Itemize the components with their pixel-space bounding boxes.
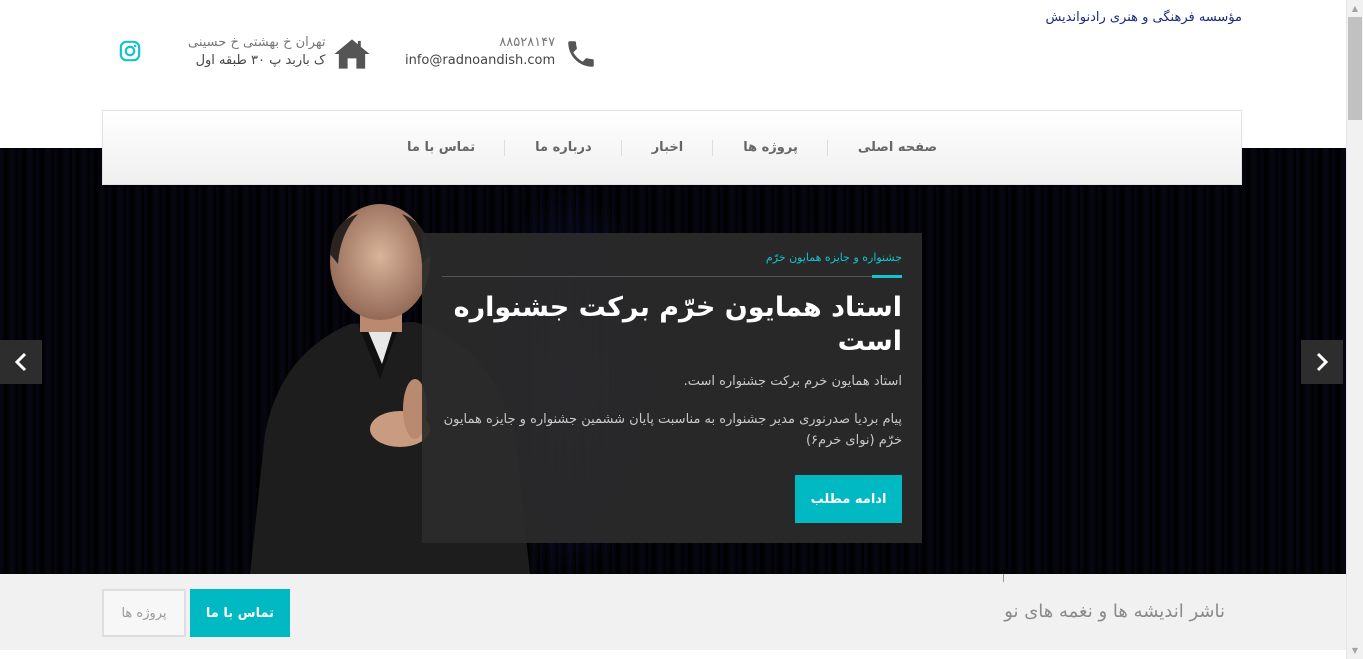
nav-item-news[interactable]: اخبار: [622, 140, 714, 156]
address-line-2: ک باربد پ ۳۰ طبقه اول: [195, 53, 326, 68]
address-contact: تهران خ بهشتی خ حسینی ک باربد پ ۳۰ طبقه …: [188, 34, 372, 74]
slide-description: پیام بردیا صدرنوری مدیر جشنواره به مناسب…: [443, 412, 902, 448]
scrollbar-thumb[interactable]: [1348, 17, 1362, 120]
email-link[interactable]: info@radnoandish.com: [405, 52, 555, 70]
contact-us-button[interactable]: تماس با ما: [190, 589, 290, 637]
page-scrollbar[interactable]: ▲ ▼: [1346, 0, 1363, 659]
scroll-down-arrow-icon[interactable]: ▼: [1347, 642, 1363, 659]
slide-category[interactable]: جشنواره و جایزه همایون خرّم: [442, 251, 902, 278]
site-name: مؤسسه فرهنگی و هنری رادنواندیش: [1045, 10, 1242, 25]
slide-subtitle: استاد همایون خرم برکت جشنواره است.: [683, 374, 902, 389]
chevron-left-icon: [14, 352, 27, 372]
phone-icon: [561, 34, 601, 74]
slide-headline[interactable]: استاد همایون خرّم برکت جشنواره است: [442, 291, 902, 359]
address-line-1: تهران خ بهشتی خ حسینی: [188, 35, 326, 50]
projects-button[interactable]: پروژه ها: [102, 589, 186, 637]
phone-number: ۸۸۵۲۸۱۴۷: [499, 35, 556, 50]
nav-item-projects[interactable]: پروژه ها: [713, 140, 828, 156]
home-icon: [332, 34, 372, 74]
phone-contact: ۸۸۵۲۸۱۴۷ info@radnoandish.com: [405, 34, 601, 74]
nav-item-home[interactable]: صفحه اصلی: [828, 140, 967, 155]
tagline: ناشر اندیشه ها و نغمه های نو: [1004, 601, 1225, 622]
slider-next-button[interactable]: [1301, 340, 1343, 384]
main-navigation: صفحه اصلی پروژه ها اخبار درباره ما تماس …: [102, 110, 1242, 185]
nav-item-about[interactable]: درباره ما: [505, 140, 622, 156]
call-to-action-banner: ناشر اندیشه ها و نغمه های نو تماس با ما …: [0, 574, 1346, 650]
hero-slider: جشنواره و جایزه همایون خرّم استاد همایون…: [0, 148, 1346, 574]
scroll-up-arrow-icon[interactable]: ▲: [1347, 0, 1363, 17]
slide-card: جشنواره و جایزه همایون خرّم استاد همایون…: [422, 233, 922, 543]
slider-prev-button[interactable]: [0, 340, 42, 384]
read-more-button[interactable]: ادامه مطلب: [795, 475, 902, 523]
chevron-right-icon: [1316, 352, 1329, 372]
instagram-icon[interactable]: [119, 40, 141, 62]
nav-item-contact[interactable]: تماس با ما: [377, 140, 506, 156]
